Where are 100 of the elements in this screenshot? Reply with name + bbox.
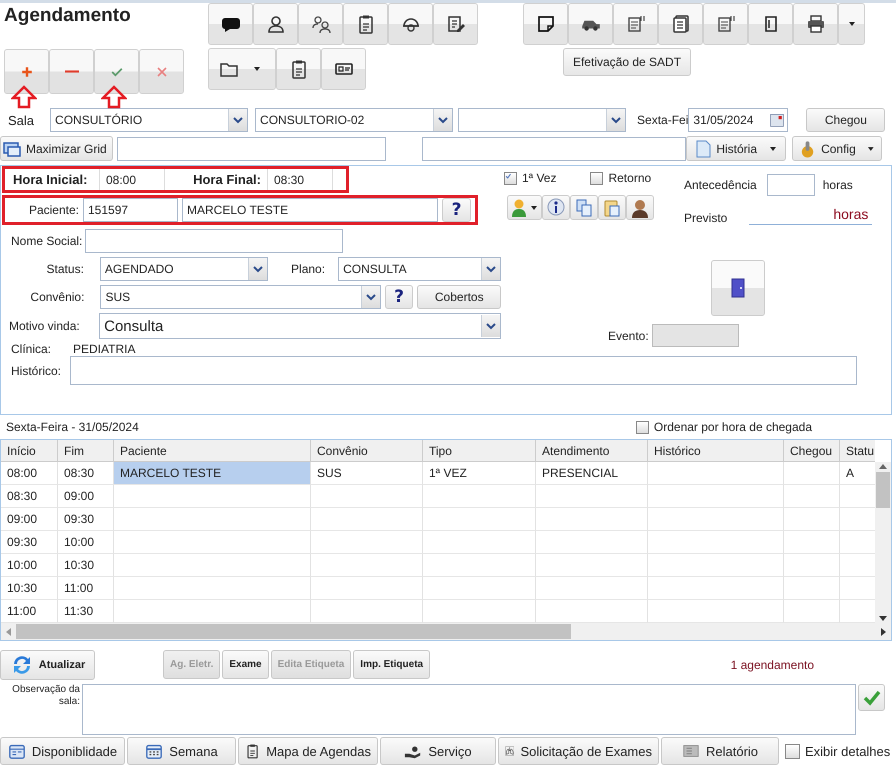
toolbar-button[interactable] [253,3,298,45]
calendar-icon [8,742,26,760]
table-cell: 09:30 [58,508,114,531]
toolbar-button[interactable] [523,3,568,45]
action-button[interactable]: Exame [222,650,269,679]
column-header[interactable]: Statu [840,440,875,462]
column-header[interactable]: Convênio [311,440,423,462]
toolbar-button[interactable] [748,3,793,45]
field-label: Clínica: [11,342,52,356]
help-button[interactable]: ? [384,285,414,309]
footer-button[interactable]: Serviço [380,737,496,765]
reason-select[interactable]: Consulta [99,313,501,339]
table-cell [784,531,840,554]
refresh-button[interactable]: Atualizar [0,650,95,680]
toolbar-button[interactable] [658,3,703,45]
column-header[interactable]: Início [1,440,58,462]
column-header[interactable]: Tipo [423,440,536,462]
table-cell [784,508,840,531]
date-heading: Sexta-Feira - 31/05/2024 [6,420,139,434]
field-label: Histórico: [11,364,62,378]
plan-select[interactable]: CONSULTA [338,257,501,281]
column-header[interactable]: Chegou [784,440,840,462]
toolbar-button[interactable] [276,48,321,90]
avatar-icon [630,198,650,218]
folder-button[interactable] [208,48,276,90]
toolbar-button[interactable] [626,195,654,220]
column-header[interactable]: Histórico [648,440,784,462]
plus-button[interactable] [4,49,49,94]
help-button[interactable]: ? [442,198,471,222]
footer-button[interactable]: Mapa de Agendas [238,737,378,765]
footer-button[interactable]: Relatório [661,737,779,765]
covered-button[interactable]: Cobertos [417,285,502,309]
advance-field[interactable] [766,174,815,196]
table-cell: 11:00 [58,577,114,600]
table-cell: 09:30 [1,531,58,554]
chevron-icon [611,116,622,124]
checkbox[interactable] [636,420,649,434]
table-cell: 08:00 [1,462,58,485]
table-cell: 09:00 [58,485,114,508]
field-label: Hora Inicial: [5,169,100,190]
vertical-scrollbar[interactable] [875,462,891,623]
note-field[interactable] [82,684,856,735]
field-label: Hora Final: [165,169,268,190]
history-button[interactable]: História [686,136,786,161]
maximize-grid-button[interactable]: Maximizar Grid [0,136,113,161]
report-icon [682,742,700,760]
input-field[interactable] [422,136,686,160]
chevron-icon [252,266,263,272]
table-cell: 08:30 [1,485,58,508]
minus-icon [64,70,78,73]
room-select[interactable]: CONSULTÓRIO [50,108,248,132]
toolbar-button[interactable] [343,3,388,45]
save-button[interactable] [858,684,885,711]
patient-name-field[interactable]: MARCELO TESTE [182,198,438,222]
column-header[interactable]: Paciente [114,440,311,462]
door-button[interactable] [711,260,765,316]
document-icon [695,140,712,158]
table-cell: 09:00 [1,508,58,531]
insurance-select[interactable]: SUS [100,285,381,309]
toolbar-button[interactable] [388,3,433,45]
sadt-button[interactable]: Efetivação de SADT [563,48,691,76]
toolbar-button[interactable] [321,48,366,90]
checkbox[interactable] [504,172,517,184]
checkbox-label: 1ª Vez [522,171,556,185]
checkbox-label: Exibir detalhes [805,744,890,758]
status-select[interactable]: AGENDADO [100,257,268,281]
check-button[interactable] [94,49,139,94]
toolbar-button[interactable] [542,195,570,220]
table-cell: PRESENCIAL [536,462,648,485]
history-field[interactable] [70,356,857,385]
input-field[interactable] [117,136,386,160]
event-field[interactable] [652,324,739,347]
checkbox[interactable] [785,744,800,758]
toolbar-button[interactable] [433,3,478,45]
user-icon [511,198,527,218]
toolbar-button[interactable] [208,3,253,45]
horizontal-scrollbar[interactable] [1,623,891,640]
toolbar-button[interactable] [298,3,343,45]
column-header[interactable]: Atendimento [536,440,648,462]
social-name-field[interactable] [85,229,343,253]
footer-button[interactable]: Disponiblidade [0,737,125,765]
column-header[interactable]: Fim [58,440,114,462]
date-field[interactable]: 31/05/2024 [688,108,788,132]
toolbar-button[interactable] [793,3,838,45]
field-label: Sala [8,112,34,128]
action-button[interactable]: Imp. Etiqueta [353,650,430,679]
room-select[interactable]: CONSULTORIO-02 [255,108,454,132]
arrived-button[interactable]: Chegou [806,108,886,132]
config-button[interactable]: Config [792,136,882,161]
scroll-thumb[interactable] [876,472,890,508]
patient-code-field[interactable]: 151597 [83,198,178,222]
toolbar-button[interactable] [613,3,658,45]
checkbox[interactable] [590,172,604,184]
footer-button[interactable]: Solicitação de Exames [498,737,659,765]
toolbar-button[interactable] [703,3,748,45]
footer-button[interactable]: Semana [127,737,236,765]
table-cell: 10:30 [1,577,58,600]
checkbox-label: Retorno [608,171,652,185]
caret-icon [530,204,538,210]
toolbar-button[interactable] [568,3,613,45]
